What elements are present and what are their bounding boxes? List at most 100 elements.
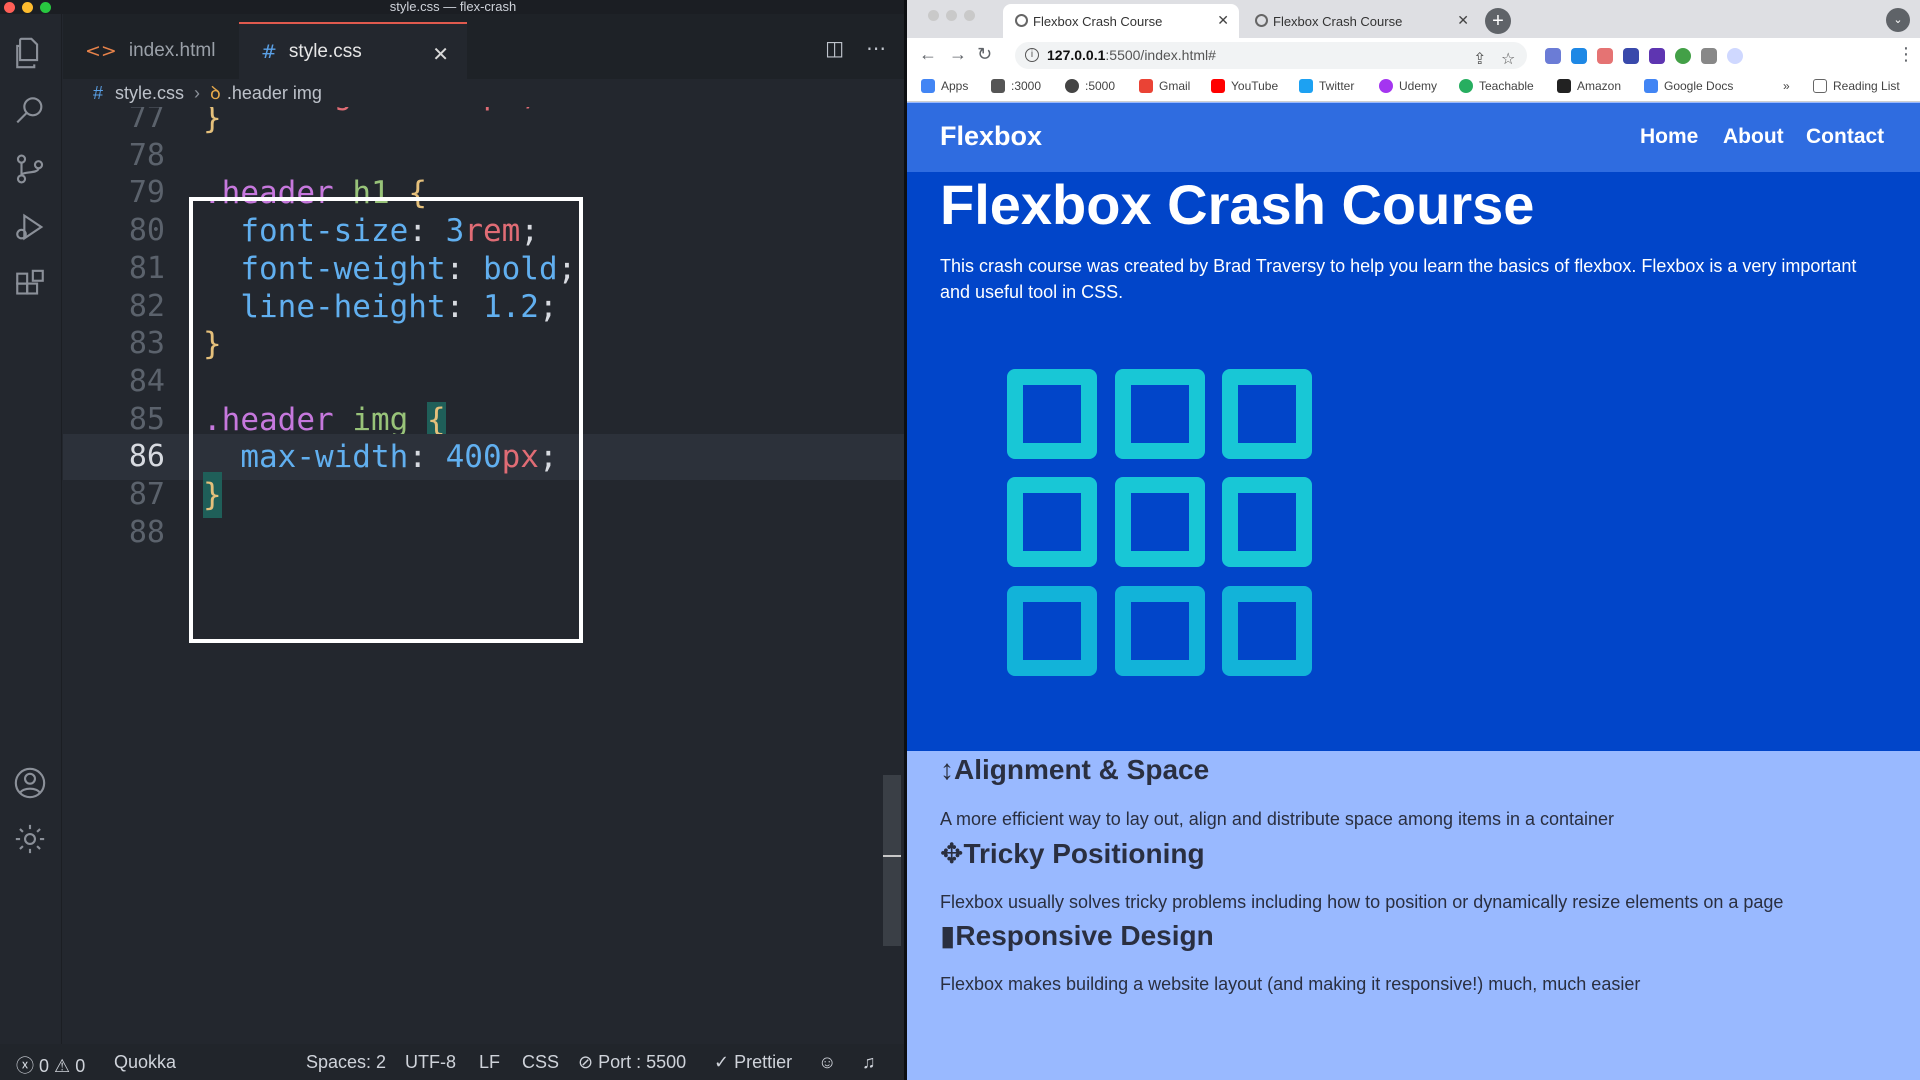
nav-link-about[interactable]: About <box>1723 125 1784 149</box>
extension-badge-icon[interactable] <box>1623 48 1639 64</box>
forward-arrow-icon[interactable]: → <box>949 44 967 65</box>
css-file-icon: # <box>93 82 104 103</box>
tab-search-chevron-icon[interactable]: ⌄ <box>1886 8 1910 32</box>
site-navbar: Flexbox Home About Contact <box>907 103 1920 172</box>
bookmark-star-icon[interactable]: ☆ <box>1501 46 1515 73</box>
browser-tab-active[interactable]: Flexbox Crash Course ✕ <box>1003 4 1239 38</box>
breadcrumb-symbol[interactable]: .header img <box>227 83 322 104</box>
extensions-puzzle-icon[interactable] <box>1701 48 1717 64</box>
vscode-titlebar: style.css — flex-crash <box>0 0 906 14</box>
notifications-bell-icon[interactable]: ♫ <box>862 1052 876 1073</box>
extensions-icon[interactable] <box>13 268 47 302</box>
feedback-icon[interactable]: ☺ <box>818 1052 836 1073</box>
tab-style-css[interactable]: # style.css ✕ <box>239 22 467 79</box>
globe-icon <box>1065 79 1079 93</box>
explorer-icon[interactable] <box>13 36 47 70</box>
breadcrumb-file[interactable]: style.css <box>115 83 184 104</box>
grid-square <box>1007 586 1097 676</box>
feature-title-positioning: ✥Tricky Positioning <box>940 838 1205 869</box>
more-bookmarks-chevron-icon[interactable]: » <box>1783 79 1790 93</box>
url-path: :5500/index.html# <box>1105 47 1216 63</box>
bookmark-gmail[interactable]: Gmail <box>1139 79 1190 93</box>
error-count: 0 <box>39 1056 50 1076</box>
nav-link-home[interactable]: Home <box>1640 125 1698 149</box>
react-devtools-icon[interactable] <box>1571 48 1587 64</box>
problems-indicator[interactable]: ⓧ 0 ⚠ 0 <box>16 1052 85 1078</box>
mobile-phone-icon: ▮ <box>940 920 956 951</box>
eol-status[interactable]: LF <box>479 1052 500 1073</box>
profile-avatar-icon[interactable] <box>1727 48 1743 64</box>
maximize-window-icon[interactable] <box>964 10 975 21</box>
address-bar[interactable]: i 127.0.0.1:5500/index.html# ⇪ ☆ <box>1015 42 1527 69</box>
tab-title: Flexbox Crash Course <box>1033 13 1163 29</box>
highlight-annotation-box <box>189 197 583 643</box>
browser-menu-icon[interactable]: ⋮ <box>1897 44 1915 65</box>
vertical-arrows-icon: ↕ <box>940 754 954 785</box>
feature-text-alignment: A more efficient way to lay out, align a… <box>940 809 1615 829</box>
bookmark-youtube[interactable]: YouTube <box>1211 79 1278 93</box>
quokka-status[interactable]: Quokka <box>114 1052 176 1073</box>
new-tab-plus-icon[interactable]: + <box>1485 8 1511 34</box>
grid-square <box>1222 477 1312 567</box>
bookmark-3000[interactable]: :3000 <box>991 79 1041 93</box>
search-icon[interactable] <box>13 94 47 128</box>
run-debug-icon[interactable] <box>13 210 47 244</box>
url-host: 127.0.0.1 <box>1047 47 1106 63</box>
browser-tab[interactable]: Flexbox Crash Course ✕ <box>1243 4 1479 38</box>
editor-scrollbar[interactable] <box>883 775 901 946</box>
close-tab-icon[interactable]: ✕ <box>1217 12 1229 29</box>
extension-check-icon[interactable] <box>1675 48 1691 64</box>
site-info-icon[interactable]: i <box>1025 48 1039 62</box>
account-icon[interactable] <box>13 766 47 800</box>
gmail-icon <box>1139 79 1153 93</box>
feature-text-responsive: Flexbox makes building a website layout … <box>940 974 1641 994</box>
extension-pen-icon[interactable] <box>1545 48 1561 64</box>
bookmark-amazon[interactable]: Amazon <box>1557 79 1621 93</box>
bookmark-udemy[interactable]: Udemy <box>1379 79 1437 93</box>
maximize-window-icon[interactable] <box>40 2 51 13</box>
nav-link-contact[interactable]: Contact <box>1806 125 1884 149</box>
indentation-status[interactable]: Spaces: 2 <box>306 1052 386 1073</box>
settings-gear-icon[interactable] <box>13 822 47 856</box>
extension-mask-icon[interactable] <box>1597 48 1613 64</box>
share-icon[interactable]: ⇪ <box>1473 46 1486 73</box>
reload-icon[interactable]: ↻ <box>977 44 992 65</box>
tab-index-html[interactable]: <> index.html <box>63 22 225 79</box>
feature-title-alignment: ↕Alignment & Space <box>940 754 1210 785</box>
feature-title-responsive: ▮Responsive Design <box>940 920 1214 951</box>
close-tab-icon[interactable]: ✕ <box>432 42 449 67</box>
live-server-status[interactable]: ⊘ Port : 5500 <box>578 1052 686 1073</box>
close-window-icon[interactable] <box>928 10 939 21</box>
css-file-icon: # <box>261 40 277 63</box>
globe-icon <box>1255 14 1268 27</box>
reading-list-icon <box>1813 79 1827 93</box>
reading-list[interactable]: Reading List <box>1813 79 1900 93</box>
source-control-icon[interactable] <box>13 152 47 186</box>
minimize-window-icon[interactable] <box>22 2 33 13</box>
web-page: Flexbox Home About Contact Flexbox Crash… <box>907 103 1920 1080</box>
language-status[interactable]: CSS <box>522 1052 559 1073</box>
close-tab-icon[interactable]: ✕ <box>1457 12 1469 29</box>
site-logo[interactable]: Flexbox <box>940 121 1042 152</box>
check-icon: ✓ <box>714 1052 730 1072</box>
bookmark-twitter[interactable]: Twitter <box>1299 79 1354 93</box>
bookmark-google-docs[interactable]: Google Docs <box>1644 79 1733 93</box>
back-arrow-icon[interactable]: ← <box>919 44 937 65</box>
code-editor[interactable]: min-height: 400px; 77 } 78 79 .header h1… <box>63 107 906 1042</box>
apps-grid-icon <box>921 79 935 93</box>
grid-square <box>1115 369 1205 459</box>
close-window-icon[interactable] <box>4 2 15 13</box>
port-label: Port : 5500 <box>598 1052 687 1072</box>
encoding-status[interactable]: UTF-8 <box>405 1052 456 1073</box>
split-editor-icon[interactable]: ◫ <box>825 36 844 61</box>
bookmark-teachable[interactable]: Teachable <box>1459 79 1534 93</box>
bookmark-apps[interactable]: Apps <box>921 79 968 93</box>
editor-tab-bar: <> index.html # style.css ✕ ◫ ⋯ <box>63 14 906 79</box>
bookmark-5000[interactable]: :5000 <box>1065 79 1115 93</box>
extension-diamond-icon[interactable] <box>1649 48 1665 64</box>
minimize-window-icon[interactable] <box>946 10 957 21</box>
window-title: style.css — flex-crash <box>389 0 517 14</box>
grid-square <box>1007 369 1097 459</box>
more-actions-icon[interactable]: ⋯ <box>866 36 886 61</box>
prettier-status[interactable]: ✓ Prettier <box>714 1052 792 1073</box>
